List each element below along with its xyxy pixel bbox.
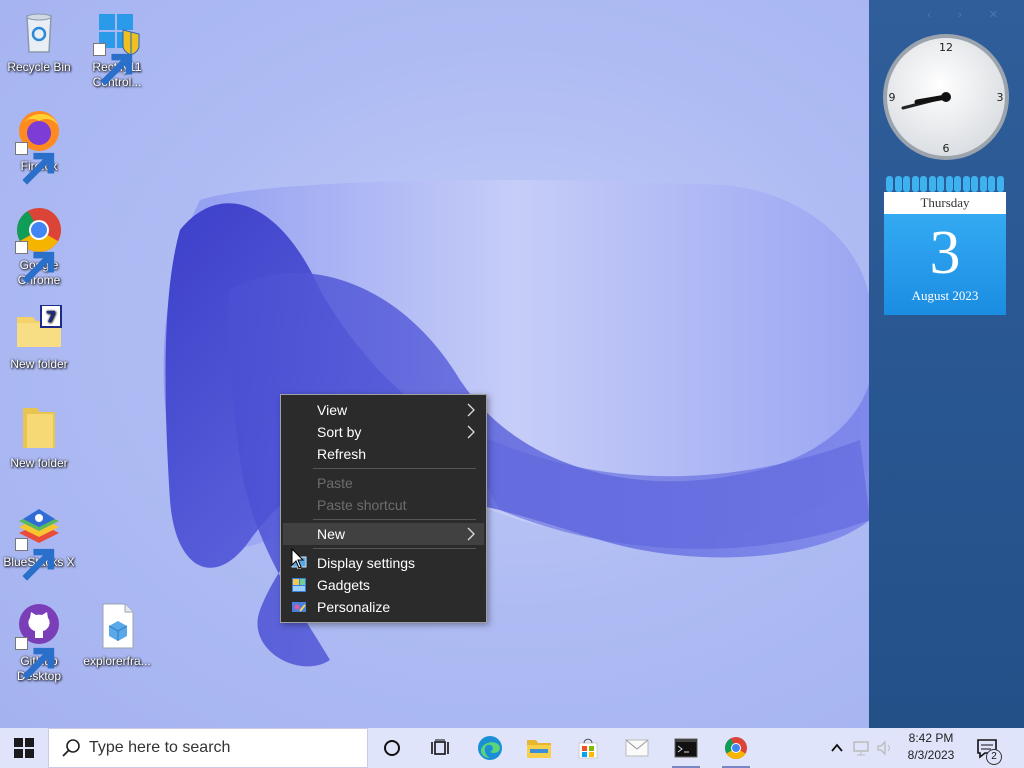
menu-item-label: Gadgets bbox=[317, 577, 370, 593]
shortcut-arrow-icon bbox=[15, 142, 55, 185]
menu-item-label: New bbox=[317, 526, 346, 542]
menu-separator bbox=[313, 468, 476, 469]
calendar-weekday: Thursday bbox=[884, 192, 1006, 214]
calendar-body: 3 August 2023 bbox=[884, 214, 1006, 315]
menu-separator bbox=[313, 548, 476, 549]
recycle-bin-glyph-icon bbox=[15, 8, 63, 56]
store-icon bbox=[578, 738, 598, 759]
calendar-rings bbox=[884, 176, 1006, 192]
new-folder-label: New folder bbox=[10, 456, 68, 470]
chrome-desktop-icon bbox=[15, 206, 63, 284]
search-input[interactable] bbox=[89, 739, 349, 757]
calendar-month-year: August 2023 bbox=[911, 288, 979, 303]
new-folder[interactable]: New folder bbox=[0, 404, 78, 471]
personalize-icon bbox=[292, 602, 306, 612]
bluestacks-icon bbox=[15, 503, 63, 581]
menu-item-label: Refresh bbox=[317, 446, 367, 462]
chrome-icon bbox=[725, 737, 747, 759]
gadgets-icon bbox=[292, 578, 306, 592]
folder-7z-icon: 7 bbox=[15, 305, 63, 353]
taskbar-search[interactable] bbox=[48, 728, 368, 768]
chrome-shortcut[interactable]: Google Chrome bbox=[0, 206, 78, 288]
menu-item-label: Display settings bbox=[317, 555, 416, 571]
new-folder-7z-label: New folder bbox=[10, 357, 68, 371]
mail-icon bbox=[625, 739, 649, 757]
clock-numeral-3: 3 bbox=[997, 91, 1004, 104]
rectify11-icon bbox=[93, 8, 141, 86]
file-explorer-button[interactable] bbox=[515, 728, 563, 768]
clock-numeral-6: 6 bbox=[943, 142, 950, 155]
tray-clock[interactable]: 8:42 PM 8/3/2023 bbox=[896, 730, 966, 766]
menu-item-paste: Paste bbox=[283, 472, 484, 494]
chevron-up-icon[interactable] bbox=[830, 741, 844, 755]
search-icon bbox=[62, 739, 80, 757]
menu-item-gadgets[interactable]: Gadgets bbox=[283, 574, 484, 596]
terminal-button[interactable] bbox=[662, 728, 710, 768]
rectify11-shortcut[interactable]: Rectify11 Control... bbox=[78, 8, 156, 90]
cortana-button[interactable] bbox=[368, 728, 416, 768]
recycle-bin-label: Recycle Bin bbox=[7, 60, 71, 74]
shortcut-arrow-icon bbox=[15, 637, 55, 680]
firefox-shortcut[interactable]: Firefox bbox=[0, 107, 78, 185]
firefox-icon bbox=[15, 107, 63, 185]
edge-icon bbox=[478, 736, 502, 760]
clock-gadget[interactable]: 12 3 6 9 bbox=[881, 32, 1011, 162]
sidebar-nav-arrows-icon[interactable]: ‹ › ✕ bbox=[927, 8, 1010, 21]
gadgets-sidebar: ‹ › ✕ 12 3 6 9 Thursday 3 August 2023 bbox=[869, 0, 1024, 728]
taskbar: 8:42 PM 8/3/2023 2 bbox=[0, 728, 1024, 768]
menu-item-personalize[interactable]: Personalize bbox=[283, 596, 484, 618]
tray-time: 8:42 PM bbox=[908, 731, 954, 745]
cortana-icon bbox=[384, 740, 400, 756]
menu-item-label: Paste shortcut bbox=[317, 497, 407, 513]
store-button[interactable] bbox=[564, 728, 612, 768]
desktop-context-menu: View Sort by Refresh Paste Paste shortcu… bbox=[280, 394, 487, 623]
shortcut-arrow-icon bbox=[15, 538, 55, 581]
chevron-right-icon bbox=[467, 403, 475, 417]
explorerframe-label: explorerfra... bbox=[83, 654, 151, 668]
terminal-icon bbox=[674, 738, 698, 758]
chrome-button[interactable] bbox=[712, 728, 760, 768]
menu-item-refresh[interactable]: Refresh bbox=[283, 443, 484, 465]
shortcut-arrow-icon bbox=[15, 241, 55, 284]
menu-item-label: Paste bbox=[317, 475, 353, 491]
folder-icon bbox=[15, 404, 63, 452]
mail-button[interactable] bbox=[613, 728, 661, 768]
menu-separator bbox=[313, 519, 476, 520]
explorerframe-file[interactable]: explorerfra... bbox=[78, 602, 156, 669]
github-desktop-icon bbox=[15, 602, 63, 680]
svg-text:7: 7 bbox=[46, 308, 56, 326]
menu-item-display-settings[interactable]: Display settings bbox=[283, 552, 484, 574]
task-view-button[interactable] bbox=[416, 728, 464, 768]
volume-icon[interactable] bbox=[876, 740, 894, 756]
task-view-icon bbox=[431, 739, 449, 755]
menu-item-new[interactable]: New bbox=[283, 523, 484, 545]
menu-item-view[interactable]: View bbox=[283, 399, 484, 421]
notification-count-badge: 2 bbox=[986, 749, 1002, 765]
calendar-day: 3 bbox=[929, 219, 961, 287]
calendar-gadget[interactable]: Thursday 3 August 2023 bbox=[884, 176, 1006, 315]
chevron-right-icon bbox=[467, 527, 475, 541]
file-explorer-icon bbox=[527, 740, 551, 758]
mouse-cursor-icon bbox=[291, 548, 305, 569]
menu-item-label: Sort by bbox=[317, 424, 362, 440]
file-icon bbox=[93, 602, 141, 650]
start-button[interactable] bbox=[0, 728, 48, 768]
menu-item-paste-shortcut: Paste shortcut bbox=[283, 494, 484, 516]
menu-item-sort-by[interactable]: Sort by bbox=[283, 421, 484, 443]
shortcut-arrow-icon bbox=[93, 43, 133, 86]
chevron-right-icon bbox=[467, 425, 475, 439]
menu-item-label: View bbox=[317, 402, 348, 418]
network-icon[interactable] bbox=[852, 740, 870, 756]
recycle-bin-icon[interactable]: Recycle Bin bbox=[0, 8, 78, 75]
clock-numeral-9: 9 bbox=[889, 91, 896, 104]
tray-date: 8/3/2023 bbox=[907, 748, 955, 762]
windows-logo-icon bbox=[14, 738, 34, 758]
bluestacks-shortcut[interactable]: BlueStacks X bbox=[0, 503, 78, 581]
new-folder-7z[interactable]: 7 New folder bbox=[0, 305, 78, 372]
edge-button[interactable] bbox=[466, 728, 514, 768]
menu-item-label: Personalize bbox=[317, 599, 391, 615]
github-desktop-shortcut[interactable]: GitHub Desktop bbox=[0, 602, 78, 684]
clock-numeral-12: 12 bbox=[939, 41, 953, 54]
